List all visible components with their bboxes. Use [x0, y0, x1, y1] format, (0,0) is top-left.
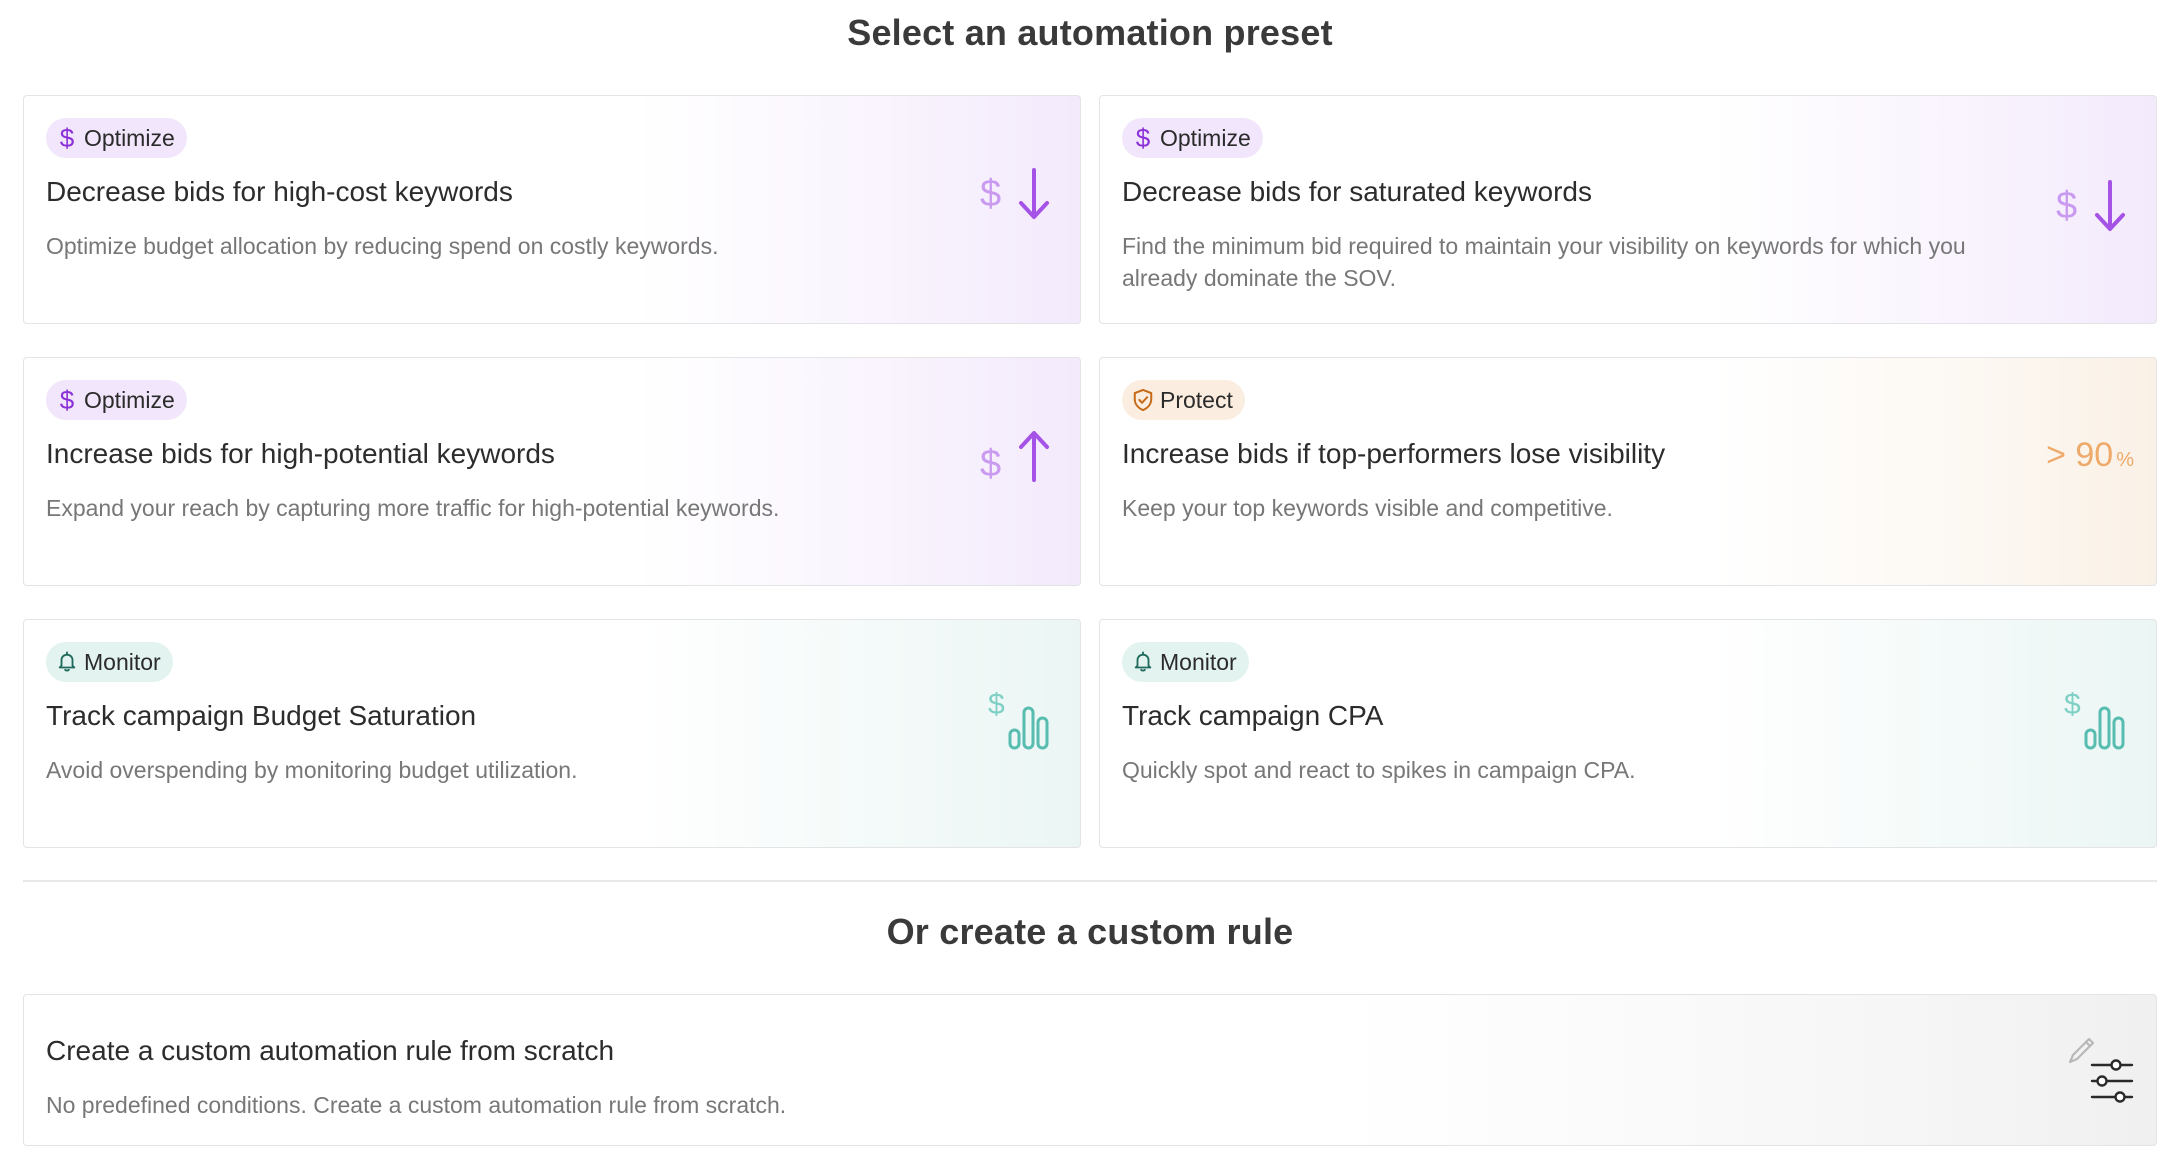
dollar-up-icon: $: [980, 431, 1049, 485]
shield-check-icon: [1133, 388, 1153, 412]
preset-description: Keep your top keywords visible and compe…: [1122, 495, 1613, 521]
preset-description: Quickly spot and react to spikes in camp…: [1122, 757, 1636, 783]
preset-title: Track campaign CPA: [1122, 700, 1384, 731]
dollar-icon: $: [59, 384, 75, 415]
preset-title: Increase bids for high-potential keyword…: [46, 438, 555, 469]
custom-rule-description: No predefined conditions. Create a custo…: [46, 1092, 787, 1118]
category-label: Protect: [1160, 386, 1233, 413]
custom-rule-title: Create a custom automation rule from scr…: [46, 1035, 615, 1066]
preset-card-protect-top-performers[interactable]: Protect Increase bids if top-performers …: [1099, 357, 2157, 586]
presets-heading: Select an automation preset: [847, 12, 1333, 53]
pencil-sliders-icon: [2068, 1037, 2134, 1103]
preset-card-increase-high-potential[interactable]: $ Optimize Increase bids for high-potent…: [23, 357, 1081, 586]
preset-title: Track campaign Budget Saturation: [46, 700, 477, 731]
preset-grid: $ Optimize Decrease bids for high-cost k…: [23, 95, 2157, 848]
category-badge-optimize: $ Optimize: [46, 380, 187, 420]
preset-title: Decrease bids for saturated keywords: [1122, 176, 1592, 207]
category-label: Monitor: [84, 648, 161, 675]
dollar-icon: $: [59, 122, 75, 153]
preset-card-track-cpa[interactable]: Monitor Track campaign CPA Quickly spot …: [1099, 619, 2157, 848]
preset-title: Decrease bids for high-cost keywords: [46, 176, 513, 207]
threshold-value: > 90: [2046, 436, 2114, 474]
category-badge-monitor: Monitor: [1122, 642, 1249, 682]
svg-text:$: $: [988, 688, 1005, 721]
custom-rule-heading: Or create a custom rule: [886, 911, 1294, 952]
preset-title: Increase bids if top-performers lose vis…: [1122, 438, 1666, 469]
category-label: Optimize: [84, 386, 175, 413]
automation-preset-page: Select an automation preset $ Optimize D…: [0, 0, 2180, 1172]
threshold-unit: %: [2116, 449, 2134, 471]
section-divider: [23, 880, 2157, 882]
bell-icon: [1134, 651, 1152, 672]
preset-card-track-budget-saturation[interactable]: Monitor Track campaign Budget Saturation…: [23, 619, 1081, 848]
category-badge-protect: Protect: [1122, 380, 1245, 420]
greater-than-90-percent-icon: > 90%: [2046, 436, 2134, 475]
category-badge-optimize: $ Optimize: [46, 118, 187, 158]
category-badge-monitor: Monitor: [46, 642, 173, 682]
bell-icon: [58, 651, 76, 672]
preset-description: Avoid overspending by monitoring budget …: [46, 757, 578, 783]
category-badge-optimize: $ Optimize: [1122, 118, 1263, 158]
custom-rule-card[interactable]: Create a custom automation rule from scr…: [23, 994, 2157, 1146]
category-label: Optimize: [84, 124, 175, 151]
dollar-bar-chart-icon: $: [988, 688, 1049, 750]
category-label: Optimize: [1160, 124, 1251, 151]
dollar-down-icon: $: [980, 168, 1049, 219]
preset-description: Optimize budget allocation by reducing s…: [46, 233, 719, 259]
dollar-down-icon: $: [2056, 180, 2125, 231]
dollar-bar-chart-icon: $: [2064, 688, 2125, 750]
svg-text:$: $: [980, 443, 1001, 485]
preset-card-decrease-saturated[interactable]: $ Optimize Decrease bids for saturated k…: [1099, 95, 2157, 324]
svg-text:$: $: [2056, 185, 2077, 227]
svg-text:$: $: [980, 173, 1001, 215]
dollar-icon: $: [1135, 122, 1151, 153]
category-label: Monitor: [1160, 648, 1237, 675]
preset-description: Expand your reach by capturing more traf…: [46, 495, 780, 521]
preset-card-decrease-high-cost[interactable]: $ Optimize Decrease bids for high-cost k…: [23, 95, 1081, 324]
preset-description: Find the minimum bid required to maintai…: [1122, 233, 1966, 291]
svg-text:$: $: [2064, 688, 2081, 721]
